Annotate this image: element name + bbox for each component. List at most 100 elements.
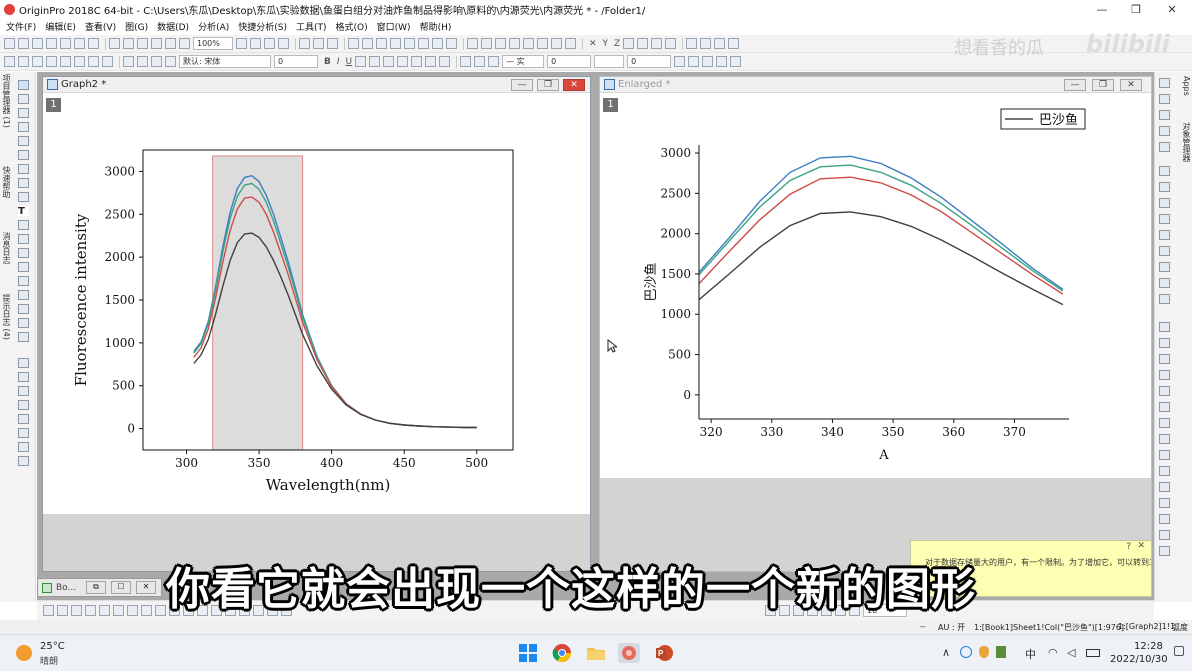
front-icon[interactable] xyxy=(1159,402,1170,412)
menu-edit[interactable]: 编辑(E) xyxy=(45,20,76,33)
new-function-icon[interactable] xyxy=(60,38,71,49)
save-icon[interactable] xyxy=(137,38,148,49)
screen-reader-icon[interactable] xyxy=(18,122,29,132)
plot-column-icon[interactable] xyxy=(1159,126,1170,136)
font-larger-icon[interactable] xyxy=(397,56,409,67)
align-bottom-icon[interactable] xyxy=(1159,370,1170,380)
enlarged-plot[interactable]: 320 330 340 350 360 370 0 500 1000 1500 2000 2500 30… xyxy=(600,94,1151,478)
powerpoint-icon[interactable]: P xyxy=(654,643,676,663)
font-smaller-icon[interactable] xyxy=(411,56,423,67)
refresh-icon[interactable] xyxy=(236,38,247,49)
settings-icon[interactable] xyxy=(714,38,726,49)
cut-icon[interactable] xyxy=(123,56,134,67)
tray-overflow-icon[interactable]: ∧ xyxy=(942,646,950,659)
enlarged-close-button[interactable]: ✕ xyxy=(1120,79,1142,91)
tab-object-manager[interactable]: 对象管理器 xyxy=(1181,122,1191,162)
pie-plot-icon[interactable] xyxy=(127,605,138,616)
group-icon[interactable] xyxy=(730,56,742,67)
superscript-icon[interactable] xyxy=(355,56,367,67)
axis-icon[interactable] xyxy=(1159,214,1170,224)
tray-app-icon[interactable] xyxy=(979,646,989,658)
italic-button[interactable]: I xyxy=(337,57,340,67)
database-icon[interactable] xyxy=(74,56,85,67)
draw-data-icon[interactable] xyxy=(18,178,29,188)
menu-tools[interactable]: 工具(T) xyxy=(296,20,327,33)
sort-icon[interactable] xyxy=(537,38,548,49)
duplicate-icon[interactable] xyxy=(250,38,261,49)
align-top-icon[interactable] xyxy=(1159,354,1170,364)
region-draw-icon[interactable] xyxy=(18,304,29,314)
clock-date[interactable]: 2022/10/30 xyxy=(1110,654,1168,665)
flip-icon[interactable] xyxy=(1159,514,1170,524)
minimize-button[interactable]: — xyxy=(1084,0,1120,18)
layer-icon[interactable] xyxy=(376,38,387,49)
merge-graph-icon[interactable] xyxy=(1159,182,1170,192)
addons-icon[interactable] xyxy=(700,38,712,49)
file-explorer-icon[interactable] xyxy=(586,643,608,663)
column-chart-icon[interactable] xyxy=(467,38,478,49)
align-icon[interactable] xyxy=(425,56,437,67)
color-icon[interactable] xyxy=(18,428,29,438)
graph2-titlebar[interactable]: Graph2 * xyxy=(43,77,590,93)
graph2-window[interactable]: Graph2 * — ❐ ✕ 1 300 350 400 450 500 0 500 1000… xyxy=(42,76,591,572)
add-layer-icon[interactable] xyxy=(390,38,401,49)
line-color-icon[interactable] xyxy=(474,56,486,67)
tools-icon[interactable] xyxy=(728,38,740,49)
new-graph-icon[interactable] xyxy=(32,38,43,49)
wifi-icon[interactable]: ◠ xyxy=(1048,646,1058,659)
z-axis-icon[interactable]: Z xyxy=(614,39,620,49)
enlarged-minimize-button[interactable]: — xyxy=(1064,79,1086,91)
originpro-taskbar-icon[interactable] xyxy=(618,643,640,663)
same-height-icon[interactable] xyxy=(1159,482,1170,492)
set-y-icon[interactable] xyxy=(495,38,506,49)
line-width-select[interactable]: 0 xyxy=(547,55,592,68)
weather-sun-icon[interactable] xyxy=(16,645,32,661)
code-builder-icon[interactable] xyxy=(264,38,275,49)
digitizer-icon[interactable] xyxy=(348,38,359,49)
pattern-fill-icon[interactable] xyxy=(674,56,686,67)
line-plot-icon[interactable] xyxy=(43,605,54,616)
tab-apps[interactable]: Apps xyxy=(1181,76,1191,96)
enlarged-window[interactable]: Enlarged * — ❐ ✕ 1 320 330 340 350 360 370 0 50… xyxy=(599,76,1152,572)
filter-icon[interactable] xyxy=(551,38,562,49)
font-select[interactable]: 默认: 宋体 xyxy=(179,55,271,68)
group-objects-icon[interactable] xyxy=(1159,434,1170,444)
tab-hint-log[interactable]: 提示日志 (4) xyxy=(1,294,11,340)
circle-icon[interactable] xyxy=(18,372,29,382)
rescale-icon[interactable] xyxy=(446,38,457,49)
restore-button[interactable]: ❐ xyxy=(1118,0,1154,18)
new-project-icon[interactable] xyxy=(4,38,15,49)
layers-icon[interactable] xyxy=(18,386,29,396)
folder-icon[interactable] xyxy=(18,442,29,452)
arrow-tool-icon[interactable] xyxy=(18,220,29,230)
volume-icon[interactable]: ◁ xyxy=(1067,646,1075,659)
rectangle-tool-icon[interactable] xyxy=(18,262,29,272)
align-right-icon[interactable] xyxy=(1159,338,1170,348)
chrome-icon[interactable] xyxy=(552,643,574,663)
graph-layer-icon[interactable] xyxy=(1159,166,1170,176)
mask-tool-icon[interactable] xyxy=(18,192,29,202)
tray-app2-icon[interactable] xyxy=(996,646,1006,658)
mini-restore-button[interactable]: ⧉ xyxy=(86,581,106,594)
import-wizard-icon[interactable] xyxy=(88,56,99,67)
frame-icon[interactable] xyxy=(1159,246,1170,256)
first-icon[interactable] xyxy=(651,38,663,49)
new-layout-icon[interactable] xyxy=(74,38,85,49)
same-width-icon[interactable] xyxy=(1159,466,1170,476)
region-tool-icon[interactable] xyxy=(18,164,29,174)
set-x-icon[interactable] xyxy=(481,38,492,49)
font-color-icon[interactable] xyxy=(439,56,451,67)
open-template-icon[interactable] xyxy=(123,38,134,49)
start-button[interactable] xyxy=(518,643,540,663)
import-text-icon[interactable] xyxy=(46,56,57,67)
ungroup-icon[interactable] xyxy=(1159,450,1170,460)
box-plot-icon[interactable] xyxy=(141,605,152,616)
command-window-icon[interactable] xyxy=(313,38,324,49)
recalculate-icon[interactable] xyxy=(179,38,190,49)
weather-temperature[interactable]: 25°C xyxy=(40,641,65,652)
graph2-minimize-button[interactable]: — xyxy=(511,79,533,91)
freehand-icon[interactable] xyxy=(18,318,29,328)
swap-axes-icon[interactable] xyxy=(1159,278,1170,288)
statistics-icon[interactable] xyxy=(523,38,534,49)
open-icon[interactable] xyxy=(109,38,120,49)
